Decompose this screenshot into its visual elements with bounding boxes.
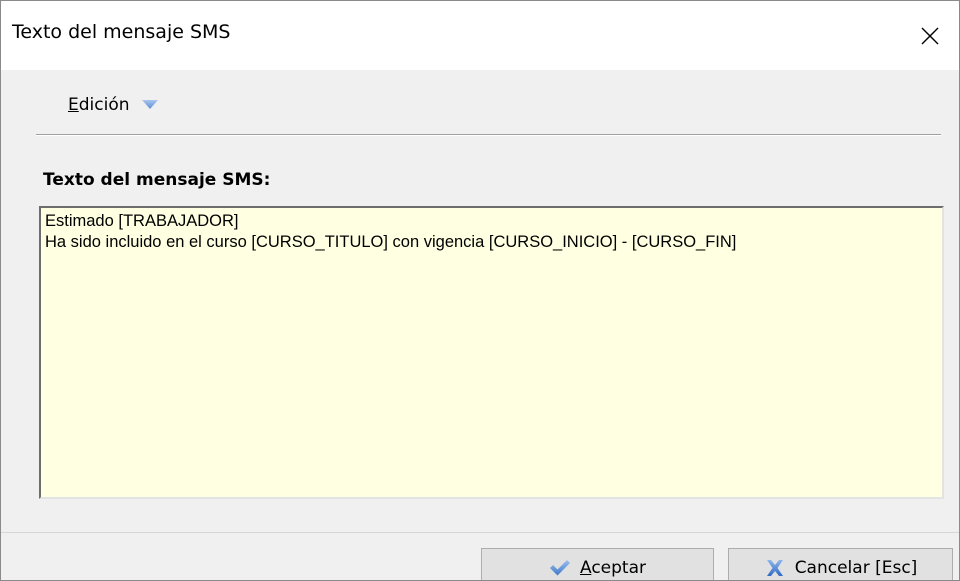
title-bar: Texto del mensaje SMS bbox=[1, 1, 959, 70]
close-button[interactable] bbox=[901, 1, 959, 70]
checkmark-icon bbox=[549, 559, 571, 577]
edit-menu[interactable]: Edición bbox=[68, 92, 159, 118]
dropdown-triangle-icon bbox=[141, 95, 159, 115]
button-area-divider bbox=[1, 532, 959, 533]
sms-text-label: Texto del mensaje SMS: bbox=[43, 170, 271, 190]
accept-button[interactable]: Aceptar bbox=[481, 548, 714, 580]
accept-label-rest: ceptar bbox=[591, 558, 646, 578]
dialog-window: Texto del mensaje SMS Edición Texto del … bbox=[0, 0, 960, 581]
cancel-button-label: Cancelar [Esc] bbox=[794, 558, 918, 578]
close-icon bbox=[921, 27, 939, 44]
edit-menu-label-rest: dición bbox=[78, 95, 130, 115]
window-title: Texto del mensaje SMS bbox=[12, 21, 231, 43]
menu-separator bbox=[36, 134, 941, 136]
accept-mnemonic: A bbox=[579, 558, 592, 578]
accept-button-label: Aceptar bbox=[580, 558, 646, 578]
x-cross-icon bbox=[764, 558, 786, 578]
cancel-button[interactable]: Cancelar [Esc] bbox=[728, 548, 953, 580]
edit-menu-label: Edición bbox=[68, 95, 130, 115]
edit-menu-mnemonic: E bbox=[68, 95, 79, 115]
sms-text-area[interactable]: Estimado [TRABAJADOR] Ha sido incluido e… bbox=[39, 206, 944, 499]
